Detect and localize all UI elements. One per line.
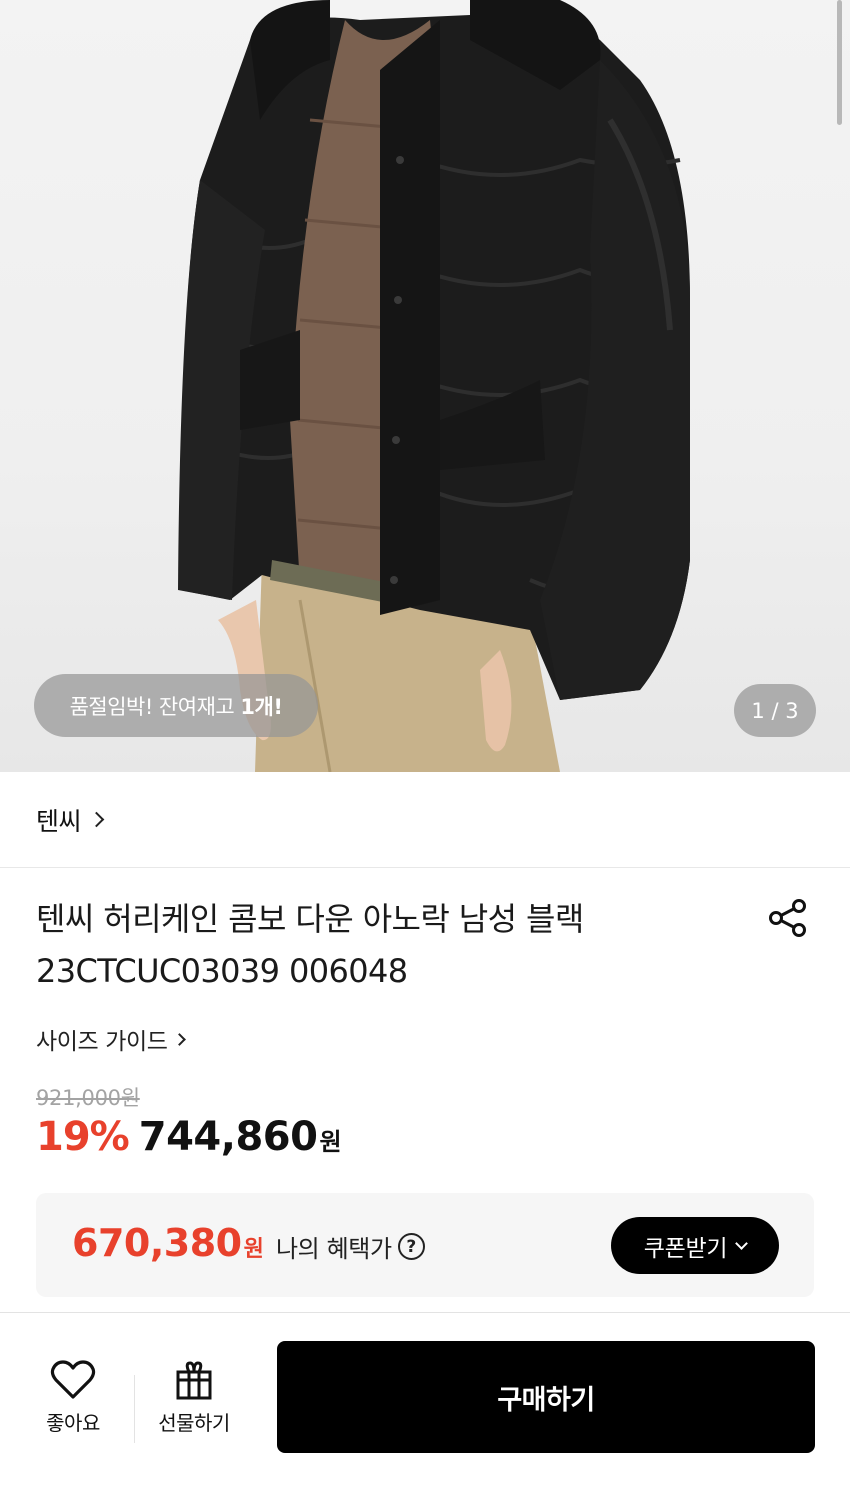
gift-icon (176, 1361, 212, 1400)
like-label: 좋아요 (46, 1411, 100, 1435)
original-price: 921,000원 (36, 1086, 140, 1110)
product-image-gallery[interactable]: 품절임박! 잔여재고 1개! 1 / 3 (0, 0, 850, 772)
product-title-line2: 23CTCUC03039 006048 (36, 952, 408, 990)
product-title-line1: 텐씨 허리케인 콤보 다운 아노락 남성 블랙 (36, 900, 584, 938)
share-icon (769, 899, 806, 937)
brand-row: 텐씨 (0, 772, 850, 868)
chevron-down-icon (735, 1236, 749, 1250)
coupon-button-label: 쿠폰받기 (643, 1235, 728, 1262)
sale-price: 744,860 (138, 1114, 318, 1160)
discount-rate: 19% (36, 1114, 130, 1160)
share-button[interactable] (766, 896, 810, 940)
heart-icon (50, 1360, 96, 1399)
sale-price-currency: 원 (319, 1128, 342, 1156)
bottom-action-bar: 좋아요 선물하기 구매하기 (0, 1312, 850, 1505)
help-circle-icon[interactable]: ? (397, 1233, 425, 1260)
gift-button[interactable]: 선물하기 (144, 1359, 244, 1436)
bottom-bar-divider (134, 1375, 135, 1443)
benefit-label: 나의 혜택가 ? (276, 1229, 425, 1264)
brand-name: 텐씨 (36, 806, 82, 836)
benefit-price-box: 670,380 원 나의 혜택가 ? 쿠폰받기 (36, 1193, 814, 1297)
like-button[interactable]: 좋아요 (23, 1359, 123, 1436)
brand-link[interactable]: 텐씨 (36, 802, 105, 838)
size-guide-link[interactable]: 사이즈 가이드 (36, 1022, 187, 1056)
benefit-price-value: 670,380 (72, 1221, 242, 1265)
scrollbar-thumb[interactable] (837, 0, 842, 125)
price-row: 19% 744,860 원 (36, 1114, 342, 1160)
buy-button[interactable]: 구매하기 (277, 1341, 815, 1453)
benefit-price-currency: 원 (243, 1237, 264, 1262)
product-title: 텐씨 허리케인 콤보 다운 아노락 남성 블랙 23CTCUC03039 006… (36, 893, 736, 997)
chevron-right-icon (173, 1032, 187, 1046)
coupon-button[interactable]: 쿠폰받기 (611, 1217, 779, 1274)
size-guide-label: 사이즈 가이드 (36, 1029, 168, 1055)
product-photo (178, 0, 690, 772)
benefit-price: 670,380 원 (72, 1221, 264, 1265)
gift-label: 선물하기 (158, 1411, 230, 1435)
benefit-label-text: 나의 혜택가 (276, 1235, 392, 1263)
low-stock-badge: 품절임박! 잔여재고 1개! (34, 674, 318, 737)
image-page-counter: 1 / 3 (734, 684, 816, 737)
low-stock-text: 품절임박! 잔여재고 (69, 694, 235, 719)
chevron-right-icon (88, 811, 105, 828)
low-stock-count: 1개! (240, 694, 283, 719)
